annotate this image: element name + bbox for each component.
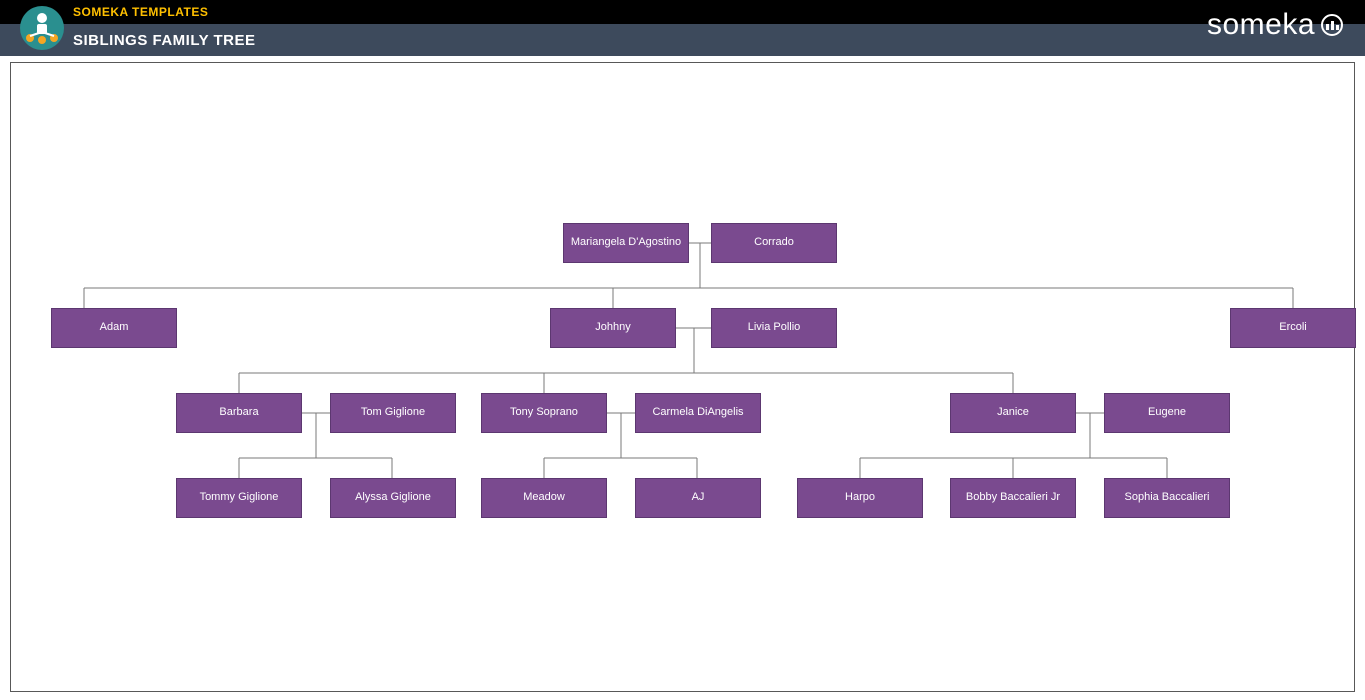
node-tony-soprano: Tony Soprano: [481, 393, 607, 433]
brand-chart-icon: [1321, 14, 1343, 36]
node-label: Eugene: [1148, 406, 1186, 419]
node-tom-giglione: Tom Giglione: [330, 393, 456, 433]
header-top-bar: SOMEKA TEMPLATES: [0, 0, 1365, 24]
node-barbara: Barbara: [176, 393, 302, 433]
node-label: Johhny: [595, 321, 630, 334]
node-label: Corrado: [754, 236, 794, 249]
node-label: Sophia Baccalieri: [1125, 491, 1210, 504]
node-label: Bobby Baccalieri Jr: [966, 491, 1060, 504]
node-label: AJ: [692, 491, 705, 504]
node-ercoli: Ercoli: [1230, 308, 1356, 348]
brand-logo: someka: [1207, 8, 1343, 42]
node-johhny: Johhny: [550, 308, 676, 348]
node-mariangela: Mariangela D'Agostino: [563, 223, 689, 263]
node-janice: Janice: [950, 393, 1076, 433]
node-label: Mariangela D'Agostino: [571, 236, 681, 249]
node-tommy-giglione: Tommy Giglione: [176, 478, 302, 518]
header-sub-bar: SIBLINGS FAMILY TREE: [0, 24, 1365, 56]
canvas-wrap: Mariangela D'Agostino Corrado Adam Johhn…: [0, 56, 1365, 698]
node-corrado: Corrado: [711, 223, 837, 263]
connector-lines: [11, 63, 1356, 693]
node-livia: Livia Pollio: [711, 308, 837, 348]
node-label: Tony Soprano: [510, 406, 578, 419]
node-sophia-baccalieri: Sophia Baccalieri: [1104, 478, 1230, 518]
node-bobby-baccalieri: Bobby Baccalieri Jr: [950, 478, 1076, 518]
diagram-canvas: Mariangela D'Agostino Corrado Adam Johhn…: [10, 62, 1355, 692]
node-aj: AJ: [635, 478, 761, 518]
node-label: Janice: [997, 406, 1029, 419]
node-label: Barbara: [219, 406, 258, 419]
node-label: Adam: [100, 321, 129, 334]
node-label: Tom Giglione: [361, 406, 425, 419]
node-alyssa-giglione: Alyssa Giglione: [330, 478, 456, 518]
header-top-label: SOMEKA TEMPLATES: [73, 5, 208, 19]
node-label: Meadow: [523, 491, 565, 504]
node-eugene: Eugene: [1104, 393, 1230, 433]
brand-text: someka: [1207, 8, 1315, 42]
node-carmela: Carmela DiAngelis: [635, 393, 761, 433]
app-header: SOMEKA TEMPLATES SIBLINGS FAMILY TREE so…: [0, 0, 1365, 56]
node-label: Alyssa Giglione: [355, 491, 431, 504]
family-tree-logo-icon: [18, 4, 66, 52]
header-sub-label: SIBLINGS FAMILY TREE: [73, 32, 256, 49]
node-adam: Adam: [51, 308, 177, 348]
node-label: Carmela DiAngelis: [652, 406, 743, 419]
node-harpo: Harpo: [797, 478, 923, 518]
node-label: Tommy Giglione: [200, 491, 279, 504]
node-label: Ercoli: [1279, 321, 1307, 334]
node-label: Harpo: [845, 491, 875, 504]
node-meadow: Meadow: [481, 478, 607, 518]
node-label: Livia Pollio: [748, 321, 801, 334]
